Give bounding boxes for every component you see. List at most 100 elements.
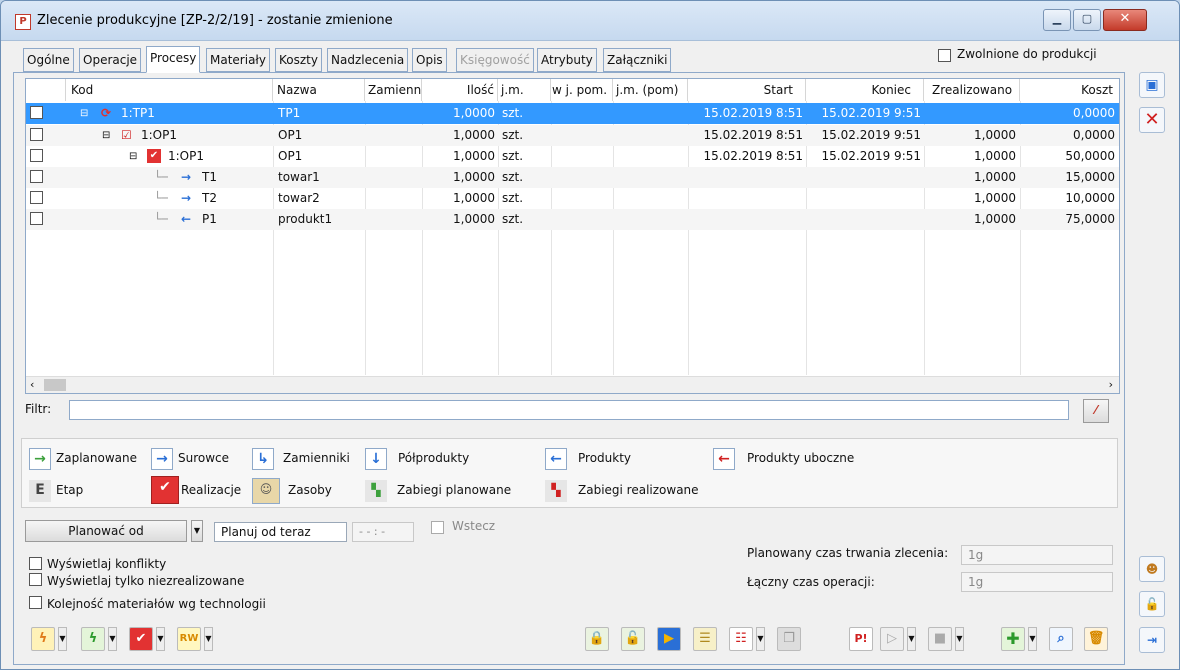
gantt-icon[interactable]: ☰ [693,627,717,651]
tab-zalaczniki[interactable]: Załączniki [603,48,672,72]
filter-label: Filtr: [25,402,52,416]
unlock-side-icon[interactable]: 🔓 [1139,591,1165,617]
cell-nazwa: TP1 [278,106,301,120]
row-checkbox[interactable] [30,128,43,141]
schedule-icon[interactable]: ☷ [729,627,753,651]
row-checkbox[interactable] [30,170,43,183]
row-checkbox[interactable] [30,106,43,119]
tab-procesy[interactable]: Procesy [146,46,201,73]
col-nazwa[interactable]: Nazwa [273,79,365,101]
cell-jm: szt. [502,106,524,120]
tab-atrybuty[interactable]: Atrybuty [537,48,597,72]
col-start[interactable]: Start [688,79,806,101]
col-zrealizowano[interactable]: Zrealizowano [924,79,1020,101]
cell-start: 15.02.2019 8:51 [703,149,803,163]
realized-treatment-icon: ▚ [545,480,567,502]
clear-filter-button[interactable]: ⁄ [1083,399,1109,423]
scroll-right-icon[interactable]: › [1109,378,1113,391]
cell-koniec: 15.02.2019 9:51 [821,106,921,120]
collapse-icon[interactable]: ⊟ [80,103,88,124]
table-row[interactable]: └─ → T1 towar1 1,0000 szt. 1,0000 15,000… [26,167,1119,188]
table-row[interactable]: ⊟ ✔ 1:OP1 OP1 1,0000 szt. 15.02.2019 8:5… [26,146,1119,167]
rw-document-icon[interactable]: RW [177,627,201,651]
table-row[interactable]: └─ → T2 towar2 1,0000 szt. 1,0000 10,000… [26,188,1119,209]
lightning-green-icon[interactable]: ϟ [81,627,105,651]
col-wjpom[interactable]: w j. pom. [551,79,613,101]
collapse-icon[interactable]: ⊟ [129,146,137,167]
plan-from-button[interactable]: Planować od [25,520,187,542]
dropdown-arrow-icon[interactable]: ▼ [1028,627,1037,651]
tab-operacje[interactable]: Operacje [79,48,142,72]
dropdown-arrow-icon[interactable]: ▼ [156,627,165,651]
horizontal-scrollbar[interactable]: ‹ › [26,376,1119,393]
unlock-icon[interactable]: 🔓 [621,627,645,651]
maximize-button[interactable]: ▢ [1073,9,1101,31]
conflicts-checkbox[interactable] [29,557,42,570]
scroll-left-icon[interactable]: ‹ [30,378,34,391]
scroll-thumb[interactable] [44,379,66,391]
legend-panel [21,438,1118,508]
tab-materialy[interactable]: Materiały [206,48,270,72]
row-checkbox[interactable] [30,212,43,225]
row-checkbox[interactable] [30,149,43,162]
tab-opis[interactable]: Opis [412,48,447,72]
lock-icon[interactable]: 🔒 [585,627,609,651]
col-kod[interactable]: Kod [66,79,273,101]
cell-jm: szt. [502,128,524,142]
play-icon: ▷ [880,627,904,651]
dropdown-arrow-icon[interactable]: ▼ [58,627,67,651]
unrealized-checkbox[interactable] [29,573,42,586]
save-icon[interactable]: ▣ [1139,72,1165,98]
row-checkbox[interactable] [30,191,43,204]
released-checkbox[interactable] [938,49,951,62]
process-grid[interactable]: Kod Nazwa Zamienn Ilość j.m. w j. pom. j… [25,78,1120,394]
plan-from-dropdown[interactable]: ▼ [191,520,203,542]
search-icon[interactable]: ⌕ [1049,627,1073,651]
table-row[interactable]: └─ ← P1 produkt1 1,0000 szt. 1,0000 75,0… [26,209,1119,230]
legend-surowce: Surowce [178,451,230,465]
cell-jm: szt. [502,170,524,184]
minimize-icon: ▁ [1052,12,1062,25]
minimize-button[interactable]: ▁ [1043,9,1071,31]
planned-duration-field: 1g [961,545,1113,565]
dropdown-arrow-icon[interactable]: ▼ [204,627,213,651]
col-ilosc[interactable]: Ilość [422,79,498,101]
cell-ilosc: 1,0000 [453,149,495,163]
cell-nazwa: towar1 [278,170,320,184]
dropdown-arrow-icon: ▼ [907,627,916,651]
cell-zrealizowano [924,103,1016,124]
dropdown-arrow-icon[interactable]: ▼ [108,627,117,651]
dropdown-arrow-icon[interactable]: ▼ [756,627,765,651]
table-row[interactable]: ⊟ ⟳ 1:TP1 TP1 1,0000 szt. 15.02.2019 8:5… [26,103,1119,124]
cancel-icon[interactable]: ✕ [1139,107,1165,133]
col-koszt[interactable]: Koszt [1020,79,1119,101]
col-jm[interactable]: j.m. [498,79,551,101]
tab-nadzlecenia[interactable]: Nadzlecenia [327,48,409,72]
col-koniec[interactable]: Koniec [806,79,924,101]
col-jmpom[interactable]: j.m. (pom) [613,79,688,101]
col-zamienn[interactable]: Zamienn [365,79,422,101]
tab-ogolne[interactable]: Ogólne [23,48,74,72]
document-flag-icon[interactable]: ▶ [657,627,681,651]
priority-icon[interactable]: P! [849,627,873,651]
plan-mode-field[interactable]: Planuj od teraz [214,522,347,542]
lightning-plan-icon[interactable]: ϟ [31,627,55,651]
collapse-icon[interactable]: ⊟ [102,125,110,146]
cell-koszt: 50,0000 [1065,149,1115,163]
planned-arrow-icon: → [29,448,51,470]
table-row[interactable]: ⊟ ☑ 1:OP1 OP1 1,0000 szt. 15.02.2019 8:5… [26,125,1119,146]
byproduct-arrow-icon: ← [713,448,735,470]
realize-icon[interactable]: ✔ [129,627,153,651]
total-time-label: Łączny czas operacji: [747,575,875,589]
tab-koszty[interactable]: Koszty [275,48,322,72]
material-order-checkbox[interactable] [29,596,42,609]
user-settings-icon[interactable]: ☻ [1139,556,1165,582]
legend-zaplanowane: Zaplanowane [56,451,137,465]
legend-zabiegi-planowane: Zabiegi planowane [397,483,512,497]
trash-icon[interactable]: 🗑 [1084,627,1108,651]
close-button[interactable]: ✕ [1103,9,1147,31]
add-icon[interactable]: ✚ [1001,627,1025,651]
pin-icon[interactable]: ⇥ [1139,627,1165,653]
filter-input[interactable] [69,400,1069,420]
legend-zamienniki: Zamienniki [283,451,350,465]
